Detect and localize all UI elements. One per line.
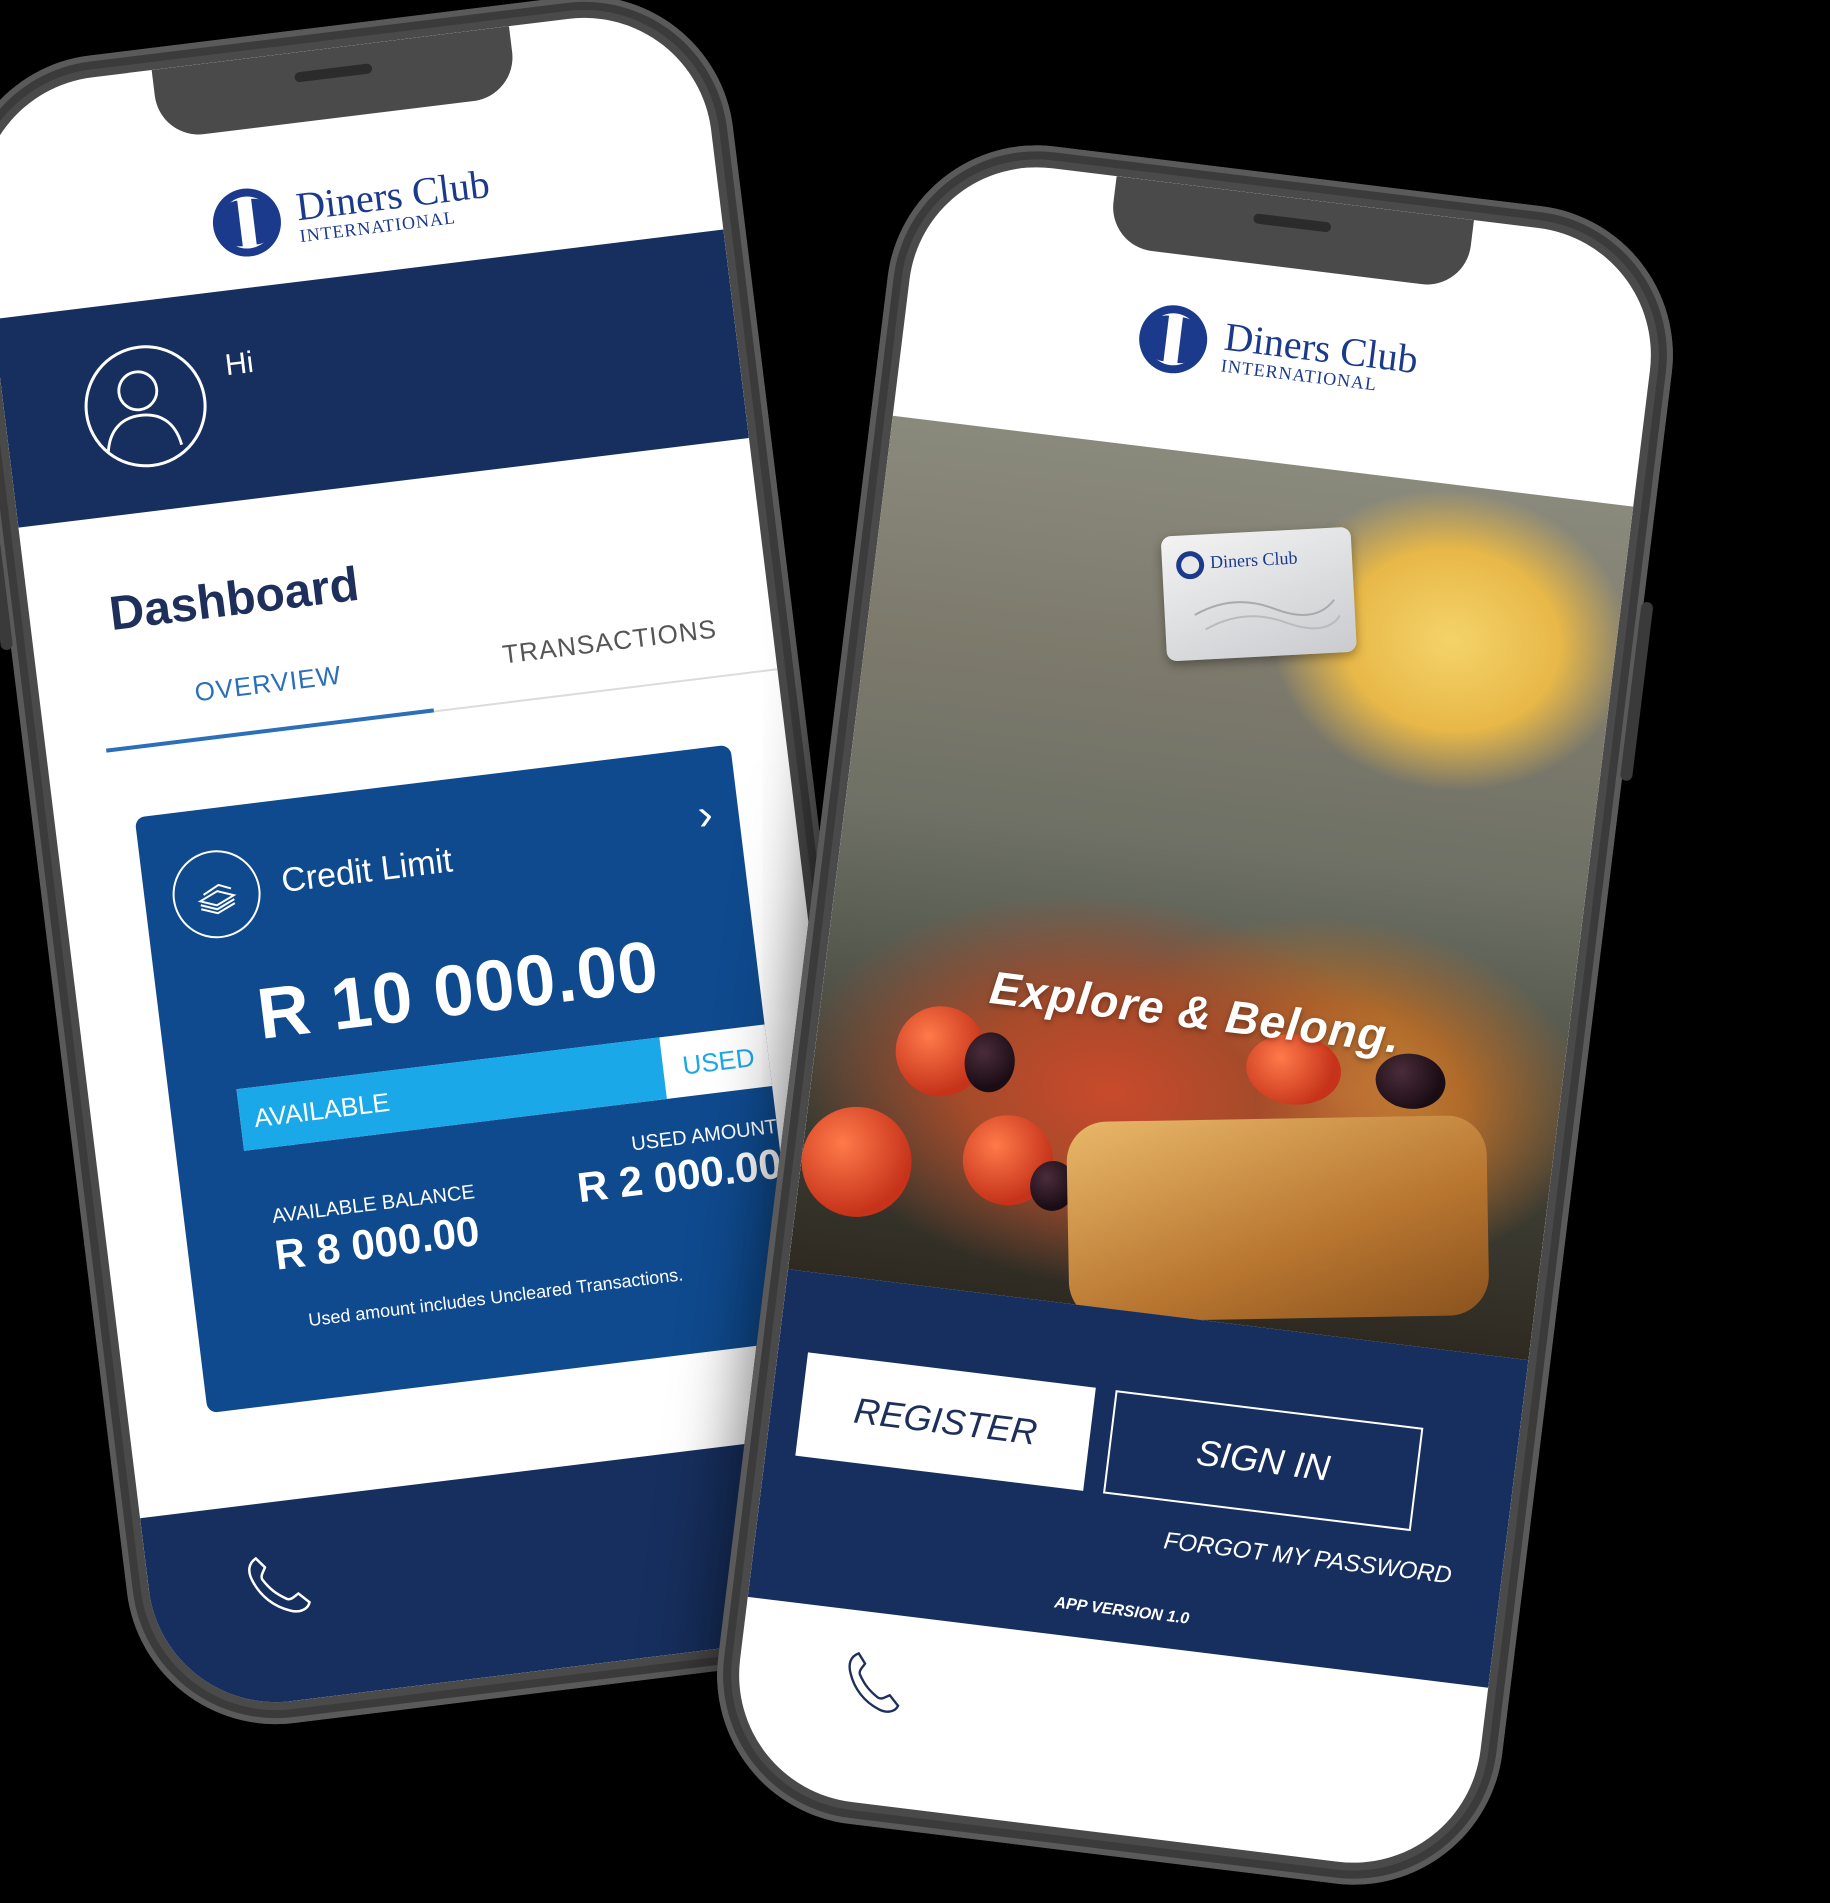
active-tab-indicator	[106, 708, 435, 753]
login-screen: Diners Club INTERNATIONAL Diners Club Ex…	[724, 152, 1666, 1878]
usage-bar-available-fill: AVAILABLE	[236, 1037, 667, 1151]
login-phone: Diners Club INTERNATIONAL Diners Club Ex…	[699, 128, 1691, 1902]
available-label: AVAILABLE	[252, 1086, 392, 1134]
card-title: Credit Limit	[279, 841, 455, 901]
brand-wordmark: Diners Club INTERNATIONAL	[293, 161, 494, 246]
diners-club-logo-icon	[1138, 305, 1207, 374]
used-label: USED	[680, 1042, 757, 1081]
phone-icon[interactable]	[834, 1644, 912, 1722]
register-button[interactable]: REGISTER	[795, 1352, 1096, 1491]
tab-transactions[interactable]: TRANSACTIONS	[501, 613, 719, 670]
diners-club-logo-icon	[212, 188, 281, 257]
brand-wordmark: Diners Club INTERNATIONAL	[1220, 314, 1421, 398]
power-button	[1619, 601, 1654, 782]
forgot-password-link[interactable]: FORGOT MY PASSWORD	[1162, 1527, 1453, 1590]
food-tomato	[795, 1100, 918, 1224]
svg-text:Diners Club: Diners Club	[1210, 548, 1298, 573]
volume-down-button	[0, 540, 14, 651]
credit-limit-card[interactable]: Credit Limit › R 10 000.00 AVAILABLE USE…	[134, 744, 804, 1414]
avatar-icon[interactable]	[77, 338, 214, 475]
tab-overview[interactable]: OVERVIEW	[193, 660, 343, 709]
chevron-right-icon[interactable]: ›	[695, 789, 716, 840]
card-illustration: Diners Club	[1160, 526, 1357, 662]
notch	[151, 26, 518, 140]
hero-image: Diners Club Explore & Belong.	[787, 415, 1634, 1361]
sign-in-button[interactable]: SIGN IN	[1103, 1390, 1424, 1532]
phone-icon[interactable]	[237, 1544, 319, 1626]
notch	[1108, 176, 1474, 290]
money-stack-icon	[167, 845, 266, 944]
food-fish	[1066, 1114, 1490, 1323]
page-title: Dashboard	[106, 557, 362, 642]
brand-logo: Diners Club INTERNATIONAL	[901, 262, 1652, 442]
greeting: Hi	[223, 345, 256, 383]
